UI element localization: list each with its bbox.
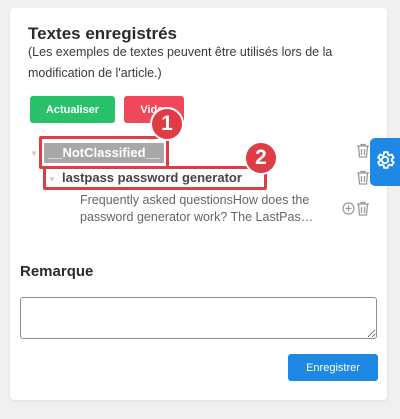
category-expand-icon[interactable]: ▼ <box>30 149 38 158</box>
saved-text-item-label[interactable]: lastpass password generator <box>62 170 242 185</box>
gear-icon <box>374 149 396 176</box>
excerpt-line-1: Frequently asked questionsHow does the <box>80 193 310 207</box>
annotation-badge-2: 2 <box>244 141 278 175</box>
trash-icon[interactable] <box>356 170 370 190</box>
annotation-badge-1: 1 <box>150 107 184 141</box>
item-expand-icon[interactable]: ▼ <box>48 175 56 184</box>
remark-title: Remarque <box>20 263 94 280</box>
panel-title: Textes enregistrés <box>28 24 177 43</box>
plus-circle-icon[interactable] <box>342 202 355 220</box>
remark-textarea[interactable] <box>20 297 377 339</box>
panel-description: (Les exemples de textes peuvent être uti… <box>28 45 333 80</box>
category-chip[interactable]: __NotClassified__ <box>44 143 164 163</box>
trash-icon[interactable] <box>356 201 370 221</box>
settings-tab[interactable] <box>370 138 400 186</box>
save-button[interactable]: Enregistrer <box>288 354 378 381</box>
excerpt-line-2: password generator work? The LastPas… <box>80 210 314 224</box>
trash-icon[interactable] <box>356 143 370 163</box>
update-button[interactable]: Actualiser <box>30 96 115 123</box>
saved-text-excerpt: Frequently asked questionsHow does the p… <box>80 192 345 226</box>
